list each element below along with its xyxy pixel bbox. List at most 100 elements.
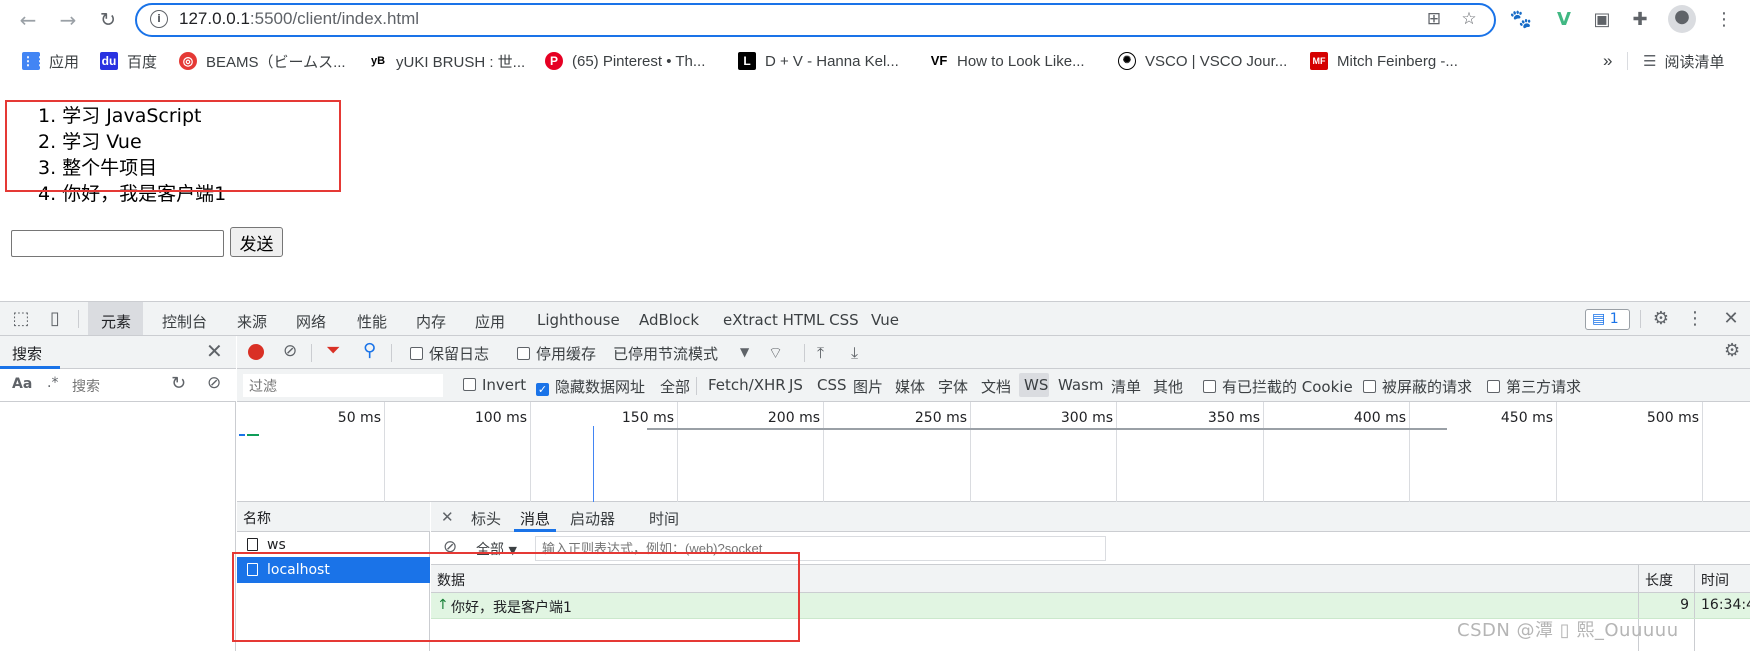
bookmark-hanna[interactable]: L D + V - Hanna Kel...: [738, 50, 899, 72]
bookmark-mitch-feinberg[interactable]: MF Mitch Feinberg -...: [1310, 50, 1458, 72]
settings-gear-icon[interactable]: ⚙: [1650, 309, 1672, 331]
bookmark-yuki-brush[interactable]: yB yUKI BRUSH : 世...: [369, 50, 525, 72]
back-arrow-icon[interactable]: ←: [14, 6, 42, 34]
disable-cache-checkbox[interactable]: 停用缓存: [517, 343, 596, 364]
tab-extension-icon[interactable]: ▣: [1590, 8, 1614, 32]
network-timeline-overview[interactable]: 50 ms 100 ms 150 ms 200 ms 250 ms 300 ms…: [237, 402, 1750, 502]
bookmark-vanity-fair[interactable]: VF How to Look Like...: [930, 50, 1085, 72]
preserve-log-checkbox[interactable]: 保留日志: [410, 343, 489, 364]
puzzle-extensions-icon[interactable]: ✚: [1628, 8, 1652, 32]
checkbox[interactable]: [517, 347, 530, 360]
inspect-element-icon[interactable]: ⬚: [10, 309, 32, 331]
clear-icon[interactable]: ⊘: [207, 373, 221, 393]
filter-input[interactable]: [243, 374, 443, 397]
type-filter-all[interactable]: 全部: [660, 376, 690, 397]
third-party-checkbox[interactable]: 第三方请求: [1487, 376, 1581, 397]
close-detail-icon[interactable]: ✕: [441, 508, 454, 526]
vue-devtools-icon[interactable]: V: [1552, 8, 1576, 32]
chevron-down-icon[interactable]: ▼: [740, 345, 749, 359]
name-column-header[interactable]: 名称: [243, 508, 271, 528]
profile-avatar-icon[interactable]: ●: [1668, 5, 1696, 33]
type-filter-other[interactable]: 其他: [1153, 376, 1183, 397]
type-filter-css[interactable]: CSS: [817, 376, 847, 394]
type-filter-manifest[interactable]: 清单: [1111, 376, 1141, 397]
blocked-cookies-checkbox[interactable]: 有已拦截的 Cookie: [1203, 376, 1353, 397]
timeline-gridline: [823, 402, 824, 502]
regex-toggle[interactable]: .*: [47, 375, 58, 391]
issues-badge[interactable]: ▤ 1: [1585, 309, 1630, 330]
chrome-menu-icon[interactable]: ⋮: [1712, 8, 1736, 32]
tab-network[interactable]: 网络: [296, 311, 326, 332]
tab-performance[interactable]: 性能: [357, 311, 387, 332]
device-toolbar-icon[interactable]: ▯: [44, 309, 66, 331]
forward-arrow-icon[interactable]: →: [54, 6, 82, 34]
blocked-requests-checkbox[interactable]: 被屏蔽的请求: [1363, 376, 1472, 397]
checkbox[interactable]: [1363, 380, 1376, 393]
search-icon[interactable]: ⚲: [363, 340, 376, 361]
bookmark-beams[interactable]: ◎ BEAMS（ビームス...: [179, 50, 346, 72]
refresh-icon[interactable]: ↻: [171, 373, 186, 394]
type-filter-ws[interactable]: WS: [1024, 376, 1048, 394]
type-filter-js[interactable]: JS: [789, 376, 803, 394]
type-filter-media[interactable]: 媒体: [895, 376, 925, 397]
site-info-icon[interactable]: i: [150, 10, 168, 28]
filter-funnel-icon[interactable]: ⏷: [326, 340, 340, 361]
throttling-select[interactable]: 已停用节流模式: [613, 343, 718, 364]
bookmark-star-icon[interactable]: ☆: [1458, 9, 1480, 31]
devtools-menu-icon[interactable]: ⋮: [1684, 309, 1706, 331]
tab-adblock[interactable]: AdBlock: [639, 311, 699, 329]
tab-messages[interactable]: 消息: [520, 508, 550, 529]
record-icon[interactable]: [248, 344, 264, 360]
bookmark-baidu[interactable]: du 百度: [100, 50, 157, 72]
time-column-header[interactable]: 时间: [1701, 570, 1729, 590]
devtools-tab-bar: ⬚ ▯ 元素 控制台 来源 网络 性能 内存 应用 Lighthouse AdB…: [0, 302, 1750, 336]
issues-icon: ▤: [1592, 311, 1606, 327]
send-button[interactable]: 发送: [230, 227, 283, 257]
bookmark-pinterest[interactable]: P (65) Pinterest • Th...: [545, 50, 705, 72]
export-har-icon[interactable]: ⤓: [851, 343, 858, 363]
reload-icon[interactable]: ↻: [94, 6, 122, 34]
bookmark-vsco[interactable]: ✺ VSCO | VSCO Jour...: [1118, 50, 1287, 72]
network-settings-gear-icon[interactable]: ⚙: [1724, 340, 1740, 361]
address-bar[interactable]: i 127.0.0.1:5500/client/index.html ⊞ ☆: [135, 3, 1496, 37]
checkbox[interactable]: [463, 378, 476, 391]
type-filter-doc[interactable]: 文档: [981, 376, 1011, 397]
tab-initiator[interactable]: 启动器: [570, 508, 615, 529]
search-tab[interactable]: 搜索: [12, 343, 42, 364]
tab-timing[interactable]: 时间: [649, 508, 679, 529]
type-filter-wasm[interactable]: Wasm: [1058, 376, 1104, 394]
more-bookmarks-button[interactable]: »: [1603, 50, 1612, 72]
checkbox[interactable]: [1203, 380, 1216, 393]
tab-application[interactable]: 应用: [475, 311, 505, 332]
tab-memory[interactable]: 内存: [416, 311, 446, 332]
close-devtools-icon[interactable]: ✕: [1720, 309, 1742, 331]
tab-elements[interactable]: 元素: [101, 311, 131, 332]
checkbox-checked[interactable]: ✓: [536, 383, 549, 396]
network-conditions-icon[interactable]: ⌔: [768, 343, 783, 363]
search-input[interactable]: [72, 375, 162, 397]
match-case-toggle[interactable]: Aa: [12, 376, 32, 392]
paw-extension-icon[interactable]: 🐾: [1509, 8, 1533, 32]
url-text[interactable]: 127.0.0.1:5500/client/index.html: [179, 9, 419, 29]
checkbox[interactable]: [410, 347, 423, 360]
tab-console[interactable]: 控制台: [162, 311, 207, 332]
tab-extract-html-css[interactable]: eXtract HTML CSS: [723, 311, 859, 329]
tab-vue[interactable]: Vue: [871, 311, 899, 329]
message-input[interactable]: [11, 230, 224, 257]
close-icon[interactable]: ✕: [206, 339, 223, 363]
import-har-icon[interactable]: ⤒: [817, 343, 824, 363]
length-column-header[interactable]: 长度: [1645, 570, 1673, 590]
type-filter-img[interactable]: 图片: [853, 376, 883, 397]
tab-headers[interactable]: 标头: [471, 508, 501, 529]
hide-data-urls-checkbox[interactable]: ✓ 隐藏数据网址: [536, 376, 645, 397]
clear-log-icon[interactable]: ⊘: [283, 341, 297, 361]
invert-checkbox[interactable]: Invert: [463, 376, 526, 394]
checkbox[interactable]: [1487, 380, 1500, 393]
type-filter-fetch-xhr[interactable]: Fetch/XHR: [708, 376, 786, 394]
reading-list-button[interactable]: ☰ 阅读清单: [1643, 50, 1724, 72]
bookmark-apps[interactable]: ⋮⋮ 应用: [22, 50, 79, 72]
install-app-icon[interactable]: ⊞: [1423, 9, 1445, 31]
type-filter-font[interactable]: 字体: [938, 376, 968, 397]
tab-sources[interactable]: 来源: [237, 311, 267, 332]
tab-lighthouse[interactable]: Lighthouse: [537, 311, 620, 329]
